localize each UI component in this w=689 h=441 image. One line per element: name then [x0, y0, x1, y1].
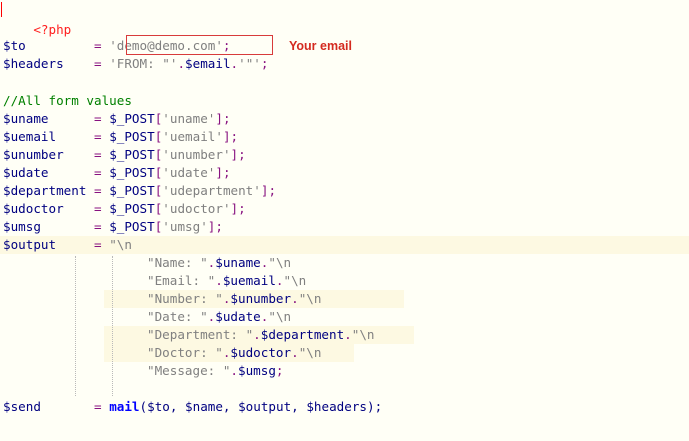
code-line-open-tag: <?php — [3, 3, 71, 37]
code-line-post: $department = $_POST['udepartment']; — [3, 183, 277, 198]
php-open-tag: <?php — [33, 22, 72, 37]
code-line-comment: //All form values — [3, 92, 132, 110]
code-line-message: "Name: ".$uname."\n — [147, 255, 292, 270]
headers-variable: $headers — [3, 56, 64, 71]
code-line-post: $unumber = $_POST['unumber']; — [3, 147, 246, 162]
code-line-message: "Date: ".$udate."\n — [147, 309, 292, 324]
indent-guide — [112, 256, 113, 396]
code-comment: //All form values — [3, 93, 132, 108]
code-editor[interactable]: <?php $to = 'demo@demo.com'; $headers = … — [0, 0, 689, 441]
code-line-message: "Email: ".$uemail."\n — [147, 273, 307, 288]
code-line-post: $uemail = $_POST['uemail']; — [3, 129, 239, 144]
code-line-post: $udoctor = $_POST['udoctor']; — [3, 201, 246, 216]
email-highlight-box — [126, 35, 273, 55]
code-line-headers: $headers = 'FROM: "'.$email.'"'; — [3, 56, 269, 71]
code-line-message: "Department: ".$department."\n — [147, 327, 375, 342]
code-line-message: "Number: ".$unumber."\n — [147, 291, 322, 306]
code-line-message: "Message: ".$umsg; — [147, 363, 284, 378]
code-line-output: $output = "\n — [3, 237, 132, 252]
indent-guide — [75, 256, 76, 396]
code-line-post: $umsg = $_POST['umsg']; — [3, 219, 223, 234]
mail-function: mail — [109, 399, 140, 414]
code-line-post: $udate = $_POST['udate']; — [3, 165, 231, 180]
code-line-post: $uname = $_POST['uname']; — [3, 111, 231, 126]
code-line-send: $send = mail($to, $name, $output, $heade… — [3, 399, 383, 414]
code-line-message: "Doctor: ".$udoctor."\n — [147, 345, 322, 360]
text-cursor — [1, 2, 2, 17]
to-variable: $to — [3, 38, 26, 53]
your-email-annotation: Your email — [289, 39, 352, 53]
